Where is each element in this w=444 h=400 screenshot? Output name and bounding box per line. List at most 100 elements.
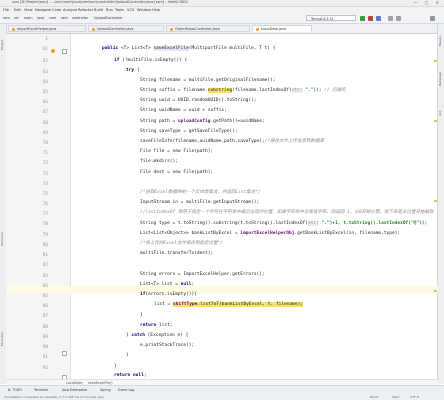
java-class-icon — [12, 27, 15, 31]
tab-objectswapcontroller[interactable]: ObjectSwapController.java — [166, 25, 250, 32]
line-number: 71 — [42, 151, 48, 156]
menu-build[interactable]: Build — [94, 8, 103, 12]
nav-crumb[interactable]: ssm — [3, 16, 10, 20]
code-line: public <T> List<T> saveExcelFile(Multipa… — [102, 46, 276, 51]
code-line: List<T> list = null; — [140, 282, 195, 287]
menu-file[interactable]: File — [3, 8, 9, 12]
run-icon[interactable] — [360, 16, 365, 21]
method-override-icon[interactable] — [51, 49, 55, 53]
tab-localdate[interactable]: LocalDate.java — [252, 25, 312, 32]
line-number: 68 — [42, 121, 48, 126]
code-line: multiFile.transferTo(dest); — [140, 251, 214, 256]
code-line: String suffix = filename.substring(filen… — [140, 88, 346, 93]
spring-tool-button[interactable]: Spring — [100, 388, 111, 392]
line-number: 69 — [42, 131, 48, 136]
structure-icon[interactable] — [396, 16, 401, 21]
code-line: } — [114, 364, 117, 369]
line-number: 83 — [42, 274, 48, 279]
line-number: 90 — [42, 345, 48, 350]
event-log-tool-button[interactable]: Event Log — [118, 388, 134, 392]
line-number: 73 — [42, 172, 48, 177]
line-number: 61 — [42, 47, 48, 52]
code-comment: /*获取Excel数据映射一个实体类集合，并返回List集合*/ — [140, 190, 261, 195]
warning-marker[interactable] — [434, 290, 437, 292]
line-number: 80 — [42, 243, 48, 248]
code-line: List<List<Object>> bankListByExcel = imp… — [140, 231, 401, 236]
menu-analyze[interactable]: Analyze — [63, 8, 77, 12]
tab-uploadcontroller[interactable]: UploadController.java — [88, 25, 164, 32]
code-line: String filename = multiFile.getOriginalF… — [140, 78, 276, 83]
code-line: String uuidName = uuid + suffix; — [140, 108, 227, 113]
line-number: 63 — [42, 70, 48, 75]
fold-icon[interactable] — [62, 351, 67, 356]
nav-crumb[interactable]: com — [49, 16, 56, 20]
ant-tool-tab[interactable]: Ant — [438, 104, 444, 122]
right-tool-strip: Maven Database Ant — [437, 24, 444, 384]
search-icon[interactable] — [430, 16, 435, 21]
line-number: 62 — [42, 59, 48, 64]
line-number: 79 — [42, 233, 48, 238]
warning-marker[interactable] — [434, 60, 437, 62]
code-comment: //lastIndexOf 常用于指定一个字符在字符串中最后出现的位置，如果字符… — [140, 210, 434, 215]
title-bar: ssm [D:\Project\ssm] - ...\src\main\java… — [0, 0, 444, 7]
todo-tool-button[interactable]: 6: TODO — [8, 388, 22, 392]
code-line: file.mkdirs(); — [140, 159, 178, 164]
line-number: 67 — [42, 110, 48, 115]
line-number: 75 — [42, 192, 48, 197]
maven-tool-tab[interactable]: Maven — [438, 30, 444, 52]
menu-window[interactable]: Window — [137, 8, 151, 12]
code-line: if(errors.isEmpty()){ — [140, 292, 197, 297]
nav-crumb[interactable]: controller — [72, 16, 88, 20]
menu-bar: File Edit View Navigate Code Analyze Ref… — [0, 7, 444, 14]
fold-icon[interactable] — [62, 49, 67, 54]
nav-crumb[interactable]: main — [24, 16, 32, 20]
java-enterprise-tool-button[interactable]: Java Enterprise — [62, 388, 87, 392]
line-number: 92 — [42, 366, 48, 371]
file-encoding[interactable]: UTF-8 — [410, 395, 419, 399]
window-controls[interactable]: — ▢ ✕ — [413, 0, 442, 5]
param-hint: str: — [307, 221, 319, 226]
code-line: } — [140, 313, 143, 318]
menu-view[interactable]: View — [24, 8, 33, 12]
menu-vcs[interactable]: VCS — [127, 8, 134, 12]
line-number: 85 — [42, 294, 48, 299]
stop-icon[interactable] — [376, 16, 381, 21]
code-line: if (!multiFile.isEmpty()) { — [114, 58, 188, 63]
nav-crumb[interactable]: java — [37, 16, 44, 20]
line-number: 89 — [42, 335, 48, 340]
menu-code[interactable]: Code — [52, 8, 61, 12]
menu-run[interactable]: Run — [106, 8, 113, 12]
code-editor[interactable]: public <T> List<T> saveExcelFile(Multipa… — [72, 34, 438, 379]
menu-help[interactable]: Help — [152, 8, 160, 12]
caret-position[interactable]: 89:22 — [370, 395, 379, 399]
code-line: String errors = ImportExcelHelper.getErr… — [140, 272, 265, 277]
nav-crumb[interactable]: ssm — [61, 16, 68, 20]
menu-tools[interactable]: Tools — [115, 8, 124, 12]
line-separator[interactable]: CRLF — [392, 395, 400, 399]
code-line: return list; — [140, 323, 173, 328]
code-comment: /*将上传的Excel文件保存到指定位置*/ — [140, 241, 223, 246]
code-line: e.printStackTrace(); — [140, 343, 195, 348]
settings-icon[interactable] — [388, 16, 393, 21]
line-number: 78 — [42, 222, 48, 227]
terminal-tool-button[interactable]: Terminal — [34, 388, 48, 392]
tab-importexcelhelper[interactable]: ImportExcelHelper.java — [8, 25, 86, 32]
code-line: } — [126, 353, 129, 358]
warning-marker[interactable] — [434, 120, 437, 122]
line-number: 88 — [42, 325, 48, 330]
warning-marker[interactable] — [434, 200, 437, 202]
line-number: 72 — [42, 161, 48, 166]
nav-crumb[interactable]: src — [14, 16, 19, 20]
database-tool-tab[interactable]: Database — [438, 64, 444, 94]
editor-tabs: ImportExcelHelper.java UploadController.… — [6, 24, 444, 34]
status-message: Compilation completed successfully in 3 … — [4, 394, 104, 399]
run-config-select[interactable]: Tomcat 8.5.31 — [306, 15, 356, 21]
line-number: 74 — [42, 182, 48, 187]
line-number: 1 — [45, 37, 48, 42]
nav-crumb[interactable]: UploadController — [94, 16, 123, 20]
menu-navigate[interactable]: Navigate — [35, 8, 51, 12]
menu-refactor[interactable]: Refactor — [78, 8, 93, 12]
code-line: InputStream in = multiFile.getInputStrea… — [140, 200, 260, 205]
menu-edit[interactable]: Edit — [14, 8, 21, 12]
debug-icon[interactable] — [368, 16, 373, 21]
